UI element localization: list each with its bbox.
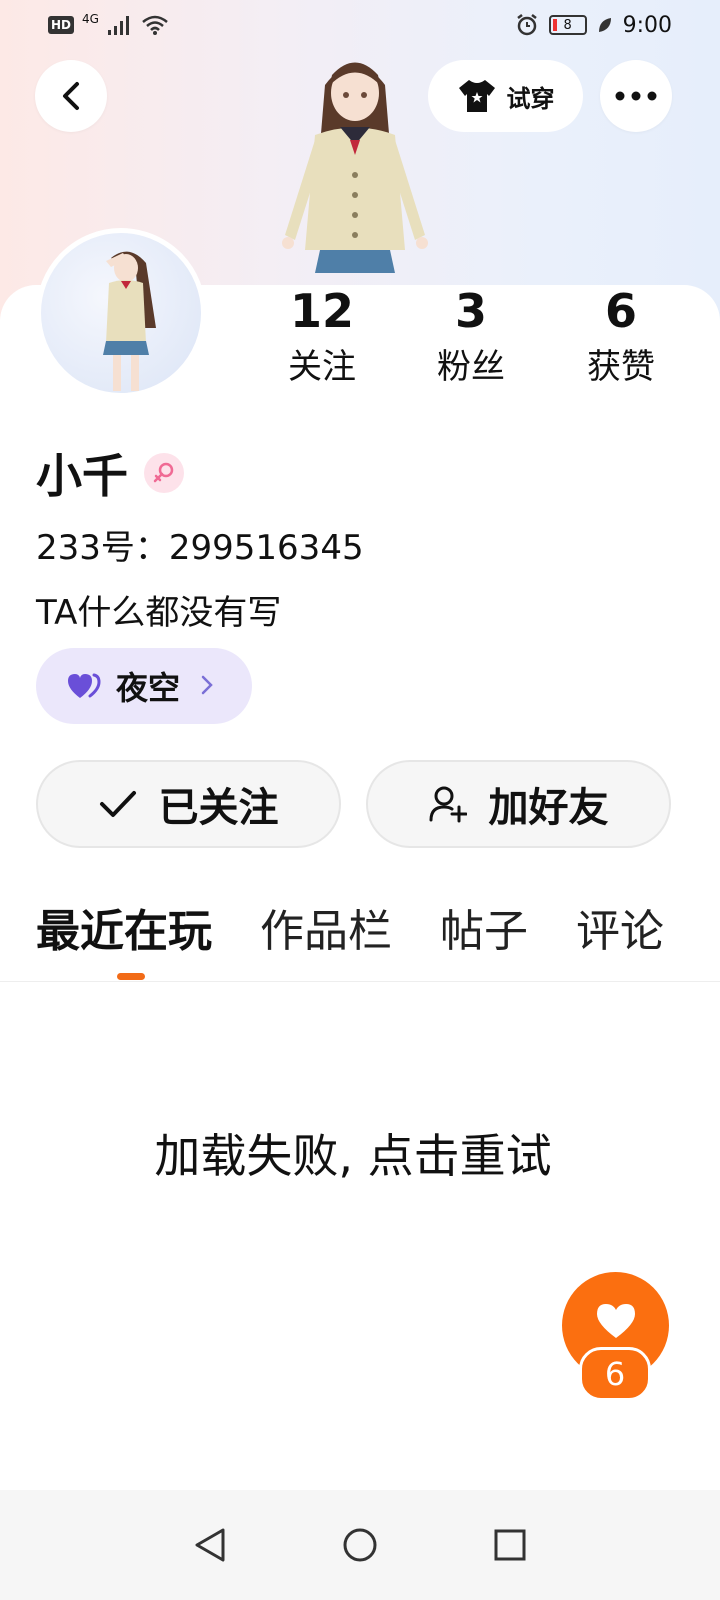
- stat-fans[interactable]: 3 粉丝: [411, 285, 531, 397]
- status-bar: HD 4G 8 9:00: [0, 0, 720, 50]
- check-icon: [99, 791, 136, 817]
- hd-badge: HD: [48, 16, 75, 34]
- load-failed-retry[interactable]: 加载失败, 点击重试: [0, 1120, 706, 1186]
- tab-works[interactable]: 作品栏: [260, 900, 392, 964]
- try-on-button[interactable]: 试穿: [428, 60, 583, 132]
- tab-posts[interactable]: 帖子: [440, 900, 528, 964]
- signal-icon: [107, 16, 129, 35]
- tag-pill[interactable]: 夜空: [36, 648, 252, 724]
- tshirt-icon: [458, 80, 495, 112]
- followed-label: 已关注: [158, 785, 279, 831]
- user-id: 233号：299516345: [36, 528, 364, 568]
- leaf-icon: [598, 18, 611, 32]
- circle-home-icon: [343, 1528, 377, 1562]
- nav-home-button[interactable]: [335, 1520, 385, 1570]
- fans-label: 粉丝: [437, 347, 505, 387]
- tab-comments[interactable]: 评论: [576, 900, 664, 964]
- alarm-icon: [516, 14, 537, 36]
- more-button[interactable]: [600, 60, 672, 132]
- avatar-character-icon: [103, 251, 156, 391]
- tabs-divider: [0, 981, 720, 982]
- battery-icon: 8: [548, 15, 587, 35]
- profile-tabs: 最近在玩 作品栏 帖子 评论: [36, 900, 712, 964]
- user-bio: TA什么都没有写: [36, 593, 282, 633]
- heart-icon: [596, 1304, 635, 1338]
- profile-name: 小千: [36, 449, 128, 503]
- nav-recents-button[interactable]: [485, 1520, 535, 1570]
- chevron-right-icon: [200, 670, 214, 703]
- following-label: 关注: [288, 347, 356, 387]
- likes-label: 获赞: [587, 347, 655, 387]
- likes-count: 6: [604, 284, 637, 338]
- status-right: 8 9:00: [515, 13, 672, 38]
- more-dots-icon: [615, 91, 657, 101]
- tab-recently-played[interactable]: 最近在玩: [36, 900, 212, 964]
- heart-badge-icon: [68, 673, 101, 698]
- followed-button[interactable]: 已关注: [36, 760, 341, 848]
- chevron-left-icon: [63, 82, 79, 110]
- nav-back-button[interactable]: [185, 1520, 235, 1570]
- battery-level: 8: [563, 17, 572, 33]
- following-count: 12: [289, 284, 354, 338]
- system-nav-bar: [0, 1490, 720, 1600]
- stat-following[interactable]: 12 关注: [262, 285, 382, 397]
- signal-label: 4G: [82, 12, 99, 26]
- square-recents-icon: [494, 1529, 526, 1561]
- stat-likes[interactable]: 6 获赞: [561, 285, 681, 397]
- add-friend-label: 加好友: [488, 785, 609, 831]
- back-button[interactable]: [35, 60, 107, 132]
- tag-label: 夜空: [116, 669, 181, 707]
- try-on-label: 试穿: [506, 84, 555, 113]
- character-illustration: [282, 62, 428, 273]
- female-icon: [144, 453, 184, 493]
- like-count-badge: 6: [579, 1347, 651, 1401]
- name-row: 小千: [36, 440, 184, 506]
- add-friend-button[interactable]: 加好友: [366, 760, 671, 848]
- fans-count: 3: [454, 284, 487, 338]
- triangle-back-icon: [195, 1528, 225, 1562]
- avatar[interactable]: [36, 228, 206, 398]
- status-left: HD 4G: [48, 12, 169, 36]
- wifi-icon: [142, 15, 168, 35]
- status-time: 9:00: [622, 12, 672, 38]
- tab-indicator: [117, 973, 145, 980]
- add-user-icon: [429, 786, 467, 823]
